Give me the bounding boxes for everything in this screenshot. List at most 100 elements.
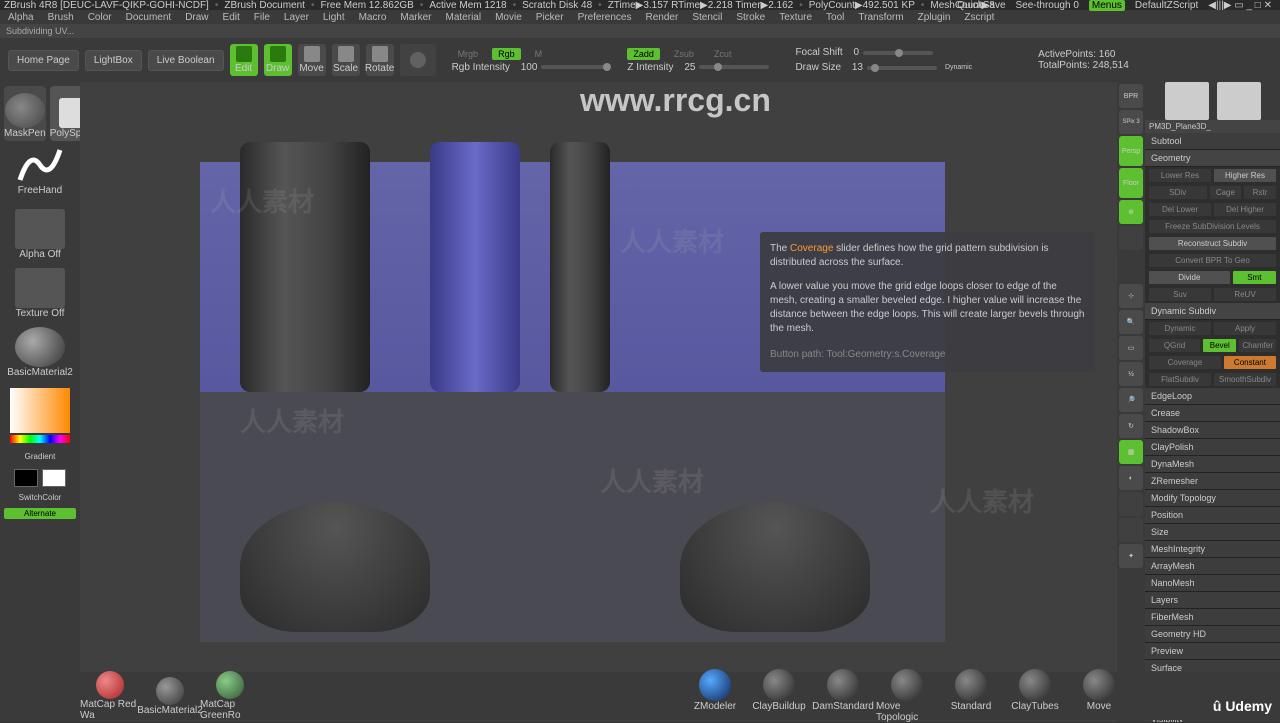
transp-icon[interactable]: ◐ — [1119, 466, 1143, 490]
brush-slot[interactable]: Move — [1068, 669, 1130, 723]
actual-icon[interactable]: ▭ — [1119, 336, 1143, 360]
mrgb-toggle[interactable]: Mrgb — [452, 48, 485, 60]
rgb-toggle[interactable]: Rgb — [492, 48, 521, 60]
apply-button[interactable]: Apply — [1214, 322, 1276, 335]
divide-button[interactable]: Divide — [1149, 271, 1230, 284]
material-selector[interactable]: BasicMaterial2 — [4, 327, 76, 382]
seethrough-slider[interactable]: See-through 0 — [1016, 0, 1079, 11]
section-header[interactable]: ShadowBox — [1145, 422, 1280, 439]
home-button[interactable]: Home Page — [8, 50, 79, 71]
draw-size-slider[interactable] — [867, 66, 937, 70]
menu-item[interactable]: Macro — [353, 12, 393, 23]
rotate-icon[interactable]: ↻ — [1119, 414, 1143, 438]
rgb-intensity-slider[interactable] — [541, 65, 611, 69]
alternate-button[interactable]: Alternate — [4, 508, 76, 519]
bevel-toggle[interactable]: Bevel — [1203, 339, 1236, 352]
zoom3d-icon[interactable]: 🔎 — [1119, 388, 1143, 412]
section-header[interactable]: Layers — [1145, 592, 1280, 609]
subtool-header[interactable]: Subtool — [1145, 133, 1280, 150]
brush-slot[interactable]: ClayBuildup — [748, 669, 810, 723]
constant-toggle[interactable]: Constant — [1224, 356, 1276, 369]
solo-icon[interactable] — [1119, 518, 1143, 542]
menu-item[interactable]: Document — [120, 12, 178, 23]
flatsubdiv-slider[interactable]: FlatSubdiv — [1149, 373, 1211, 386]
qgrid-slider[interactable]: QGrid — [1149, 339, 1200, 352]
menu-item[interactable]: Preferences — [572, 12, 638, 23]
menu-item[interactable]: Stencil — [686, 12, 728, 23]
dynamic-toggle[interactable]: Dynamic — [1149, 322, 1211, 335]
floor-icon[interactable]: Floor — [1119, 168, 1143, 198]
rotate-mode-icon[interactable]: Rotate — [366, 44, 394, 76]
color-swatch-black[interactable] — [14, 469, 38, 487]
menu-item[interactable]: Picker — [530, 12, 570, 23]
tool-thumb[interactable]: Plane3D_1 — [1217, 82, 1261, 120]
menu-item[interactable]: Alpha — [2, 12, 40, 23]
smoothsubdiv-slider[interactable]: SmoothSubdiv — [1214, 373, 1276, 386]
z-intensity-slider[interactable] — [699, 65, 769, 69]
menu-item[interactable]: File — [248, 12, 276, 23]
switchcolor-button[interactable]: SwitchColor — [4, 493, 76, 502]
stroke-selector[interactable]: FreeHand — [4, 145, 76, 205]
brush-selector[interactable]: MaskPen — [4, 86, 46, 141]
win-controls[interactable]: ◀|||▶ ▭ _ □ ✕ — [1208, 0, 1272, 11]
viewport[interactable]: The Coverage slider defines how the grid… — [80, 82, 1117, 722]
section-header[interactable]: ArrayMesh — [1145, 558, 1280, 575]
edit-mode-icon[interactable]: Edit — [230, 44, 258, 76]
menu-item[interactable]: Transform — [852, 12, 909, 23]
menu-item[interactable]: Render — [640, 12, 685, 23]
menu-item[interactable]: Tool — [820, 12, 850, 23]
zcut-toggle[interactable]: Zcut — [708, 48, 738, 60]
section-header[interactable]: EdgeLoop — [1145, 388, 1280, 405]
lowerres-button[interactable]: Lower Res — [1149, 169, 1211, 182]
section-header[interactable]: ZRemesher — [1145, 473, 1280, 490]
coverage-slider[interactable]: Coverage — [1149, 356, 1221, 369]
draw-mode-icon[interactable]: Draw — [264, 44, 292, 76]
xpose-icon[interactable] — [1119, 226, 1143, 250]
aahalf-icon[interactable]: ½ — [1119, 362, 1143, 386]
color-picker[interactable] — [4, 386, 76, 446]
persp-icon[interactable]: Persp — [1119, 136, 1143, 166]
material-slot[interactable]: BasicMaterial2 — [140, 677, 200, 716]
frame-icon[interactable]: ▦ — [1119, 440, 1143, 464]
scroll-icon[interactable]: ⊹ — [1119, 284, 1143, 308]
m-toggle[interactable]: M — [529, 48, 549, 60]
reconstruct-button[interactable]: Reconstruct Subdiv — [1149, 237, 1276, 250]
move-mode-icon[interactable]: Move — [298, 44, 326, 76]
zadd-toggle[interactable]: Zadd — [627, 48, 660, 60]
section-header[interactable]: DynaMesh — [1145, 456, 1280, 473]
section-header[interactable]: Position — [1145, 507, 1280, 524]
menu-item[interactable]: Movie — [489, 12, 528, 23]
higherres-button[interactable]: Higher Res — [1214, 169, 1276, 182]
bpr-icon[interactable]: BPR — [1119, 84, 1143, 108]
sdiv-slider[interactable]: SDiv — [1149, 186, 1207, 199]
brush-slot[interactable]: ZModeler — [684, 669, 746, 723]
menu-item[interactable]: Light — [317, 12, 351, 23]
brush-slot[interactable]: Standard — [940, 669, 1002, 723]
alpha-selector[interactable]: Alpha Off — [4, 209, 76, 264]
menu-item[interactable]: Edit — [217, 12, 246, 23]
spix-icon[interactable]: SPix 3 — [1119, 110, 1143, 134]
brush-slot[interactable]: DamStandard — [812, 669, 874, 723]
menu-item[interactable]: Layer — [278, 12, 315, 23]
gizmo-icon[interactable] — [400, 44, 436, 76]
material-slot[interactable]: MatCap GreenRo — [200, 671, 260, 721]
section-header[interactable]: ClayPolish — [1145, 439, 1280, 456]
ghost-icon[interactable] — [1119, 492, 1143, 516]
brush-slot[interactable]: Move Topologic — [876, 669, 938, 723]
lightbox-button[interactable]: LightBox — [85, 50, 142, 71]
xyz-icon[interactable]: ✦ — [1119, 544, 1143, 568]
localsym-icon[interactable]: ⊕ — [1119, 200, 1143, 224]
color-swatch-white[interactable] — [42, 469, 66, 487]
menu-item[interactable]: Material — [440, 12, 488, 23]
convertbpr-button[interactable]: Convert BPR To Geo — [1149, 254, 1276, 267]
menu-item[interactable]: Draw — [179, 12, 214, 23]
liveboolean-button[interactable]: Live Boolean — [148, 50, 224, 71]
section-header[interactable]: Crease — [1145, 405, 1280, 422]
chamfer-toggle[interactable]: Chamfer — [1239, 339, 1276, 352]
section-header[interactable]: Modify Topology — [1145, 490, 1280, 507]
zsub-toggle[interactable]: Zsub — [668, 48, 700, 60]
smt-toggle[interactable]: Smt — [1233, 271, 1276, 284]
section-header[interactable]: Size — [1145, 524, 1280, 541]
gradient-label[interactable]: Gradient — [4, 452, 76, 461]
zoom-icon[interactable]: 🔍 — [1119, 310, 1143, 334]
